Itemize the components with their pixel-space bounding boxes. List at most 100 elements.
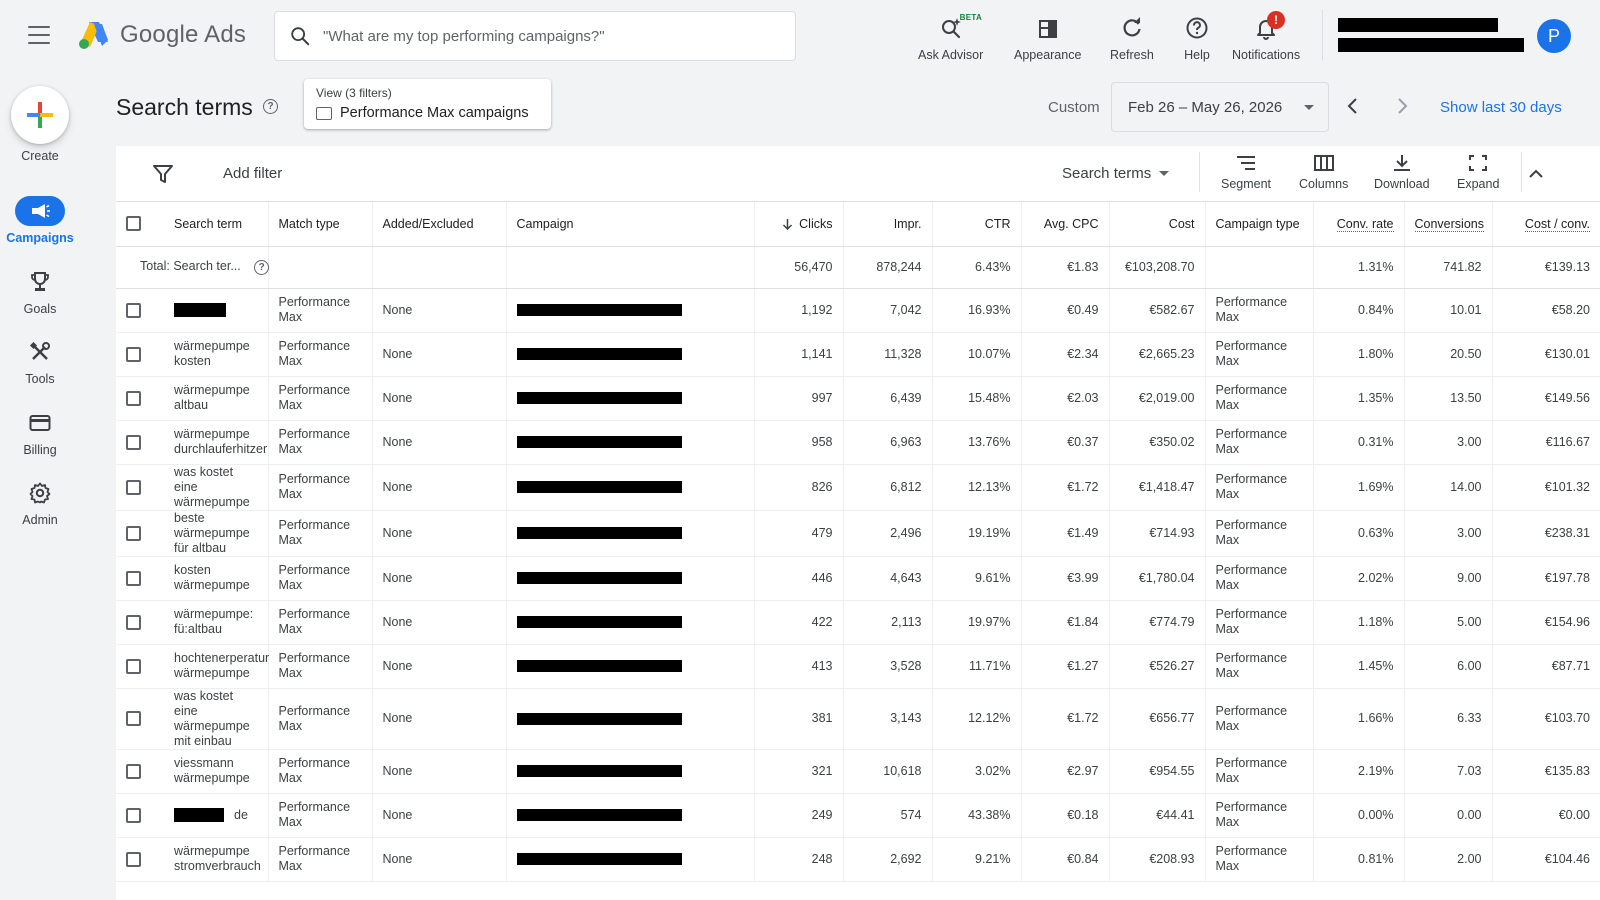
table-row[interactable]: hochtenerperatur wärmepumpe Performance M… xyxy=(116,644,1600,689)
redacted-campaign-name[interactable] xyxy=(516,853,682,865)
search-term-cell[interactable]: was kostet eine wärmepumpe mit einbau xyxy=(164,688,268,750)
nav-tools[interactable]: Tools xyxy=(0,337,80,386)
redacted-campaign-name[interactable] xyxy=(516,481,682,493)
row-checkbox[interactable] xyxy=(126,525,141,541)
total-help-icon[interactable]: ? xyxy=(254,260,270,275)
chevron-right-icon[interactable] xyxy=(1392,96,1412,116)
search-term-cell[interactable]: hochtenerperatur wärmepumpe xyxy=(164,644,269,689)
redacted-campaign-name[interactable] xyxy=(516,660,682,672)
nav-goals[interactable]: Goals xyxy=(0,267,80,316)
table-row[interactable]: kosten wärmepumpe Performance Max None 446 4… xyxy=(116,556,1600,601)
col-search-term[interactable]: Search term xyxy=(164,202,268,247)
row-checkbox[interactable] xyxy=(126,302,141,318)
row-checkbox[interactable] xyxy=(126,658,141,674)
col-conv-rate[interactable]: Conv. rate xyxy=(1312,202,1404,247)
chevron-left-icon[interactable] xyxy=(1343,96,1363,116)
appearance-button[interactable]: Appearance xyxy=(1014,11,1081,62)
search-term-cell[interactable]: wärmepumpe altbau xyxy=(164,376,268,421)
chevron-up-icon[interactable] xyxy=(1526,164,1546,184)
row-checkbox[interactable] xyxy=(126,390,141,406)
add-filter-button[interactable]: Add filter xyxy=(223,165,282,182)
table-row[interactable]: was kostet eine wärmepumpe Performance Ma… xyxy=(116,464,1600,511)
search-term-cell[interactable]: wärmepumpe stromverbrauch xyxy=(164,837,268,882)
redacted-campaign-name[interactable] xyxy=(516,572,682,584)
row-checkbox[interactable] xyxy=(126,479,141,495)
redacted-campaign-name[interactable] xyxy=(516,616,682,628)
table-row[interactable]: wärmepumpe stromverbrauch Performance Max… xyxy=(116,837,1600,882)
show-last-30-days-link[interactable]: Show last 30 days xyxy=(1440,99,1562,116)
col-impr[interactable]: Impr. xyxy=(842,202,932,247)
col-avg-cpc[interactable]: Avg. CPC xyxy=(1020,202,1109,247)
search-box[interactable] xyxy=(274,11,796,61)
col-conversions[interactable]: Conversions xyxy=(1403,202,1492,247)
row-checkbox[interactable] xyxy=(126,807,141,823)
redacted-campaign-name[interactable] xyxy=(516,809,682,821)
search-term-cell[interactable]: was kostet eine wärmepumpe xyxy=(164,464,268,511)
col-campaign-type[interactable]: Campaign type xyxy=(1204,202,1313,247)
table-row[interactable]: viessmann wärmepumpe Performance Max None 3… xyxy=(116,749,1600,794)
filter-icon[interactable] xyxy=(152,164,174,184)
search-term-cell[interactable]: beste wärmepumpe für altbau xyxy=(164,510,268,557)
redacted-campaign-name[interactable] xyxy=(516,436,682,448)
help-icon[interactable]: ? xyxy=(263,99,278,114)
col-cost[interactable]: Cost xyxy=(1108,202,1205,247)
row-checkbox[interactable] xyxy=(126,614,141,630)
table-row[interactable]: wärmepumpe: fü:altbau Performance Max None… xyxy=(116,600,1600,645)
table-row[interactable]: wärmepumpe kosten Performance Max None 1,14… xyxy=(116,332,1600,377)
download-button[interactable]: Download xyxy=(1374,154,1430,191)
col-cost-per-conv[interactable]: Cost / conv. xyxy=(1491,202,1600,247)
nav-campaigns[interactable]: Campaigns xyxy=(0,196,80,245)
table-row[interactable]: de Performance Max None 249 574 43.38% €0.18 €4… xyxy=(116,793,1600,838)
table-row[interactable]: Performance Max None 1,192 7,042 16.93% €0.49… xyxy=(116,288,1600,333)
row-checkbox[interactable] xyxy=(126,346,141,362)
nav-admin[interactable]: Admin xyxy=(0,478,80,527)
match-type-cell: Performance Max xyxy=(267,288,372,333)
search-term-cell[interactable]: viessmann wärmepumpe xyxy=(164,749,268,794)
match-type-cell: Performance Max xyxy=(267,749,372,794)
redacted-campaign-name[interactable] xyxy=(516,765,682,777)
col-added-excluded[interactable]: Added/Excluded xyxy=(371,202,506,247)
download-label: Download xyxy=(1374,177,1430,191)
row-checkbox[interactable] xyxy=(126,711,141,727)
redacted-campaign-name[interactable] xyxy=(516,527,682,539)
search-term-cell[interactable]: kosten wärmepumpe xyxy=(164,556,268,601)
col-ctr[interactable]: CTR xyxy=(931,202,1021,247)
select-all-checkbox[interactable] xyxy=(126,216,141,232)
redacted-campaign-name[interactable] xyxy=(516,392,682,404)
date-range-picker[interactable]: Feb 26 – May 26, 2026 xyxy=(1111,82,1329,132)
ask-advisor-button[interactable]: BETA Ask Advisor xyxy=(918,11,983,62)
help-button[interactable]: Help xyxy=(1184,11,1210,62)
redacted-campaign-name[interactable] xyxy=(516,348,682,360)
create-button[interactable] xyxy=(11,86,69,144)
search-term-cell[interactable]: wärmepumpe kosten xyxy=(164,332,268,377)
search-input[interactable] xyxy=(323,27,763,45)
row-checkbox[interactable] xyxy=(126,763,141,779)
view-selector[interactable]: View (3 filters) Performance Max campaig… xyxy=(304,79,551,129)
date-range-type: Custom xyxy=(1048,99,1100,116)
columns-button[interactable]: Columns xyxy=(1299,154,1348,191)
col-clicks[interactable]: Clicks xyxy=(753,202,843,247)
table-row[interactable]: wärmepumpe altbau Performance Max None 997 6… xyxy=(116,376,1600,421)
table-header-row: Search term Match type Added/Excluded Ca… xyxy=(116,202,1600,247)
notifications-button[interactable]: ! Notifications xyxy=(1232,10,1300,62)
refresh-button[interactable]: Refresh xyxy=(1110,11,1154,62)
search-term-cell[interactable]: wärmepumpe durchlauferhitzer xyxy=(164,420,268,465)
table-row[interactable]: was kostet eine wärmepumpe mit einbau Per… xyxy=(116,688,1600,750)
col-campaign[interactable]: Campaign xyxy=(505,202,754,247)
row-checkbox[interactable] xyxy=(126,570,141,586)
report-type-select[interactable]: Search terms xyxy=(1062,165,1170,182)
menu-icon[interactable] xyxy=(28,26,50,44)
expand-button[interactable]: Expand xyxy=(1457,154,1499,191)
segment-button[interactable]: Segment xyxy=(1221,154,1271,191)
row-checkbox[interactable] xyxy=(126,851,141,867)
google-ads-logo[interactable]: Google Ads xyxy=(78,20,246,50)
avatar[interactable]: P xyxy=(1537,19,1571,53)
search-term-cell[interactable]: wärmepumpe: fü:altbau xyxy=(164,600,268,645)
row-checkbox[interactable] xyxy=(126,434,141,450)
nav-billing[interactable]: Billing xyxy=(0,408,80,457)
redacted-campaign-name[interactable] xyxy=(516,712,682,725)
redacted-campaign-name[interactable] xyxy=(516,304,682,316)
table-row[interactable]: beste wärmepumpe für altbau Performance M… xyxy=(116,510,1600,557)
table-row[interactable]: wärmepumpe durchlauferhitzer Performance … xyxy=(116,420,1600,465)
col-match-type[interactable]: Match type xyxy=(267,202,372,247)
